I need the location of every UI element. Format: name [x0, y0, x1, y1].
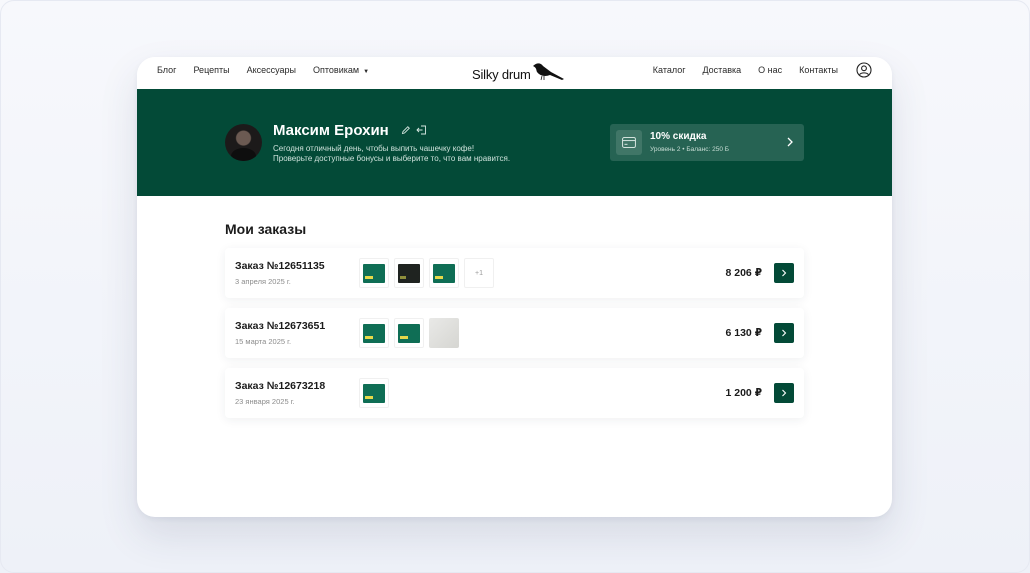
- coffee-pack-image: [398, 323, 420, 343]
- nav-link-accessories[interactable]: Аксессуары: [247, 65, 296, 75]
- order-number: Заказ №12673218: [235, 380, 326, 392]
- greeting-line-1: Сегодня отличный день, чтобы выпить чаше…: [273, 144, 475, 153]
- edit-pencil-icon[interactable]: [401, 125, 411, 135]
- product-thumbnail: [394, 258, 424, 288]
- coffee-pack-image: [433, 263, 455, 283]
- coffee-pack-image: [363, 383, 385, 403]
- chevron-right-icon: [782, 329, 787, 337]
- site-logo[interactable]: Silky drum: [472, 58, 565, 82]
- nav-left: Блог Рецепты Аксессуары Оптовикам ▼: [157, 57, 386, 83]
- accessory-photo: [429, 318, 459, 348]
- orders-title: Мои заказы: [225, 221, 307, 237]
- top-nav: Блог Рецепты Аксессуары Оптовикам ▼ Silky…: [137, 57, 892, 89]
- more-items-badge: +1: [464, 258, 494, 288]
- open-order-button[interactable]: [774, 323, 794, 343]
- order-thumbnails: [359, 318, 459, 348]
- nav-link-about[interactable]: О нас: [758, 65, 782, 75]
- order-price: 1 200 ₽: [725, 387, 763, 399]
- app-window: Блог Рецепты Аксессуары Оптовикам ▼ Silky…: [137, 57, 892, 517]
- discount-subtitle: Уровень 2 • Баланс: 250 Б: [650, 146, 730, 153]
- order-date: 23 января 2025 г.: [235, 397, 295, 406]
- order-card[interactable]: Заказ №12673651 15 марта 2025 г. 6 130 ₽: [225, 308, 804, 358]
- order-price: 8 206 ₽: [725, 267, 763, 279]
- logo-text: Silky drum: [472, 67, 531, 82]
- order-thumbnails: +1: [359, 258, 494, 288]
- order-card[interactable]: Заказ №12673218 23 января 2025 г. 1 200 …: [225, 368, 804, 418]
- coffee-pack-image: [363, 323, 385, 343]
- coffee-pack-image: [363, 263, 385, 283]
- nav-link-wholesale-label: Оптовикам: [313, 65, 360, 75]
- product-thumbnail: [359, 318, 389, 348]
- nav-link-contacts[interactable]: Контакты: [799, 65, 838, 75]
- nav-link-catalog[interactable]: Каталог: [653, 65, 686, 75]
- order-date: 15 марта 2025 г.: [235, 337, 292, 346]
- product-thumbnail: [359, 258, 389, 288]
- card-icon-box: [616, 130, 642, 155]
- open-order-button[interactable]: [774, 383, 794, 403]
- caret-down-icon: ▼: [363, 69, 370, 75]
- order-number: Заказ №12673651: [235, 320, 326, 332]
- user-account-icon[interactable]: [856, 62, 872, 78]
- chevron-right-icon: [787, 137, 793, 147]
- profile-actions: [401, 125, 427, 135]
- user-name: Максим Ерохин: [273, 122, 389, 139]
- order-date: 3 апреля 2025 г.: [235, 277, 291, 286]
- nav-link-delivery[interactable]: Доставка: [702, 65, 741, 75]
- logout-icon[interactable]: [416, 125, 427, 135]
- avatar: [225, 124, 262, 161]
- order-card[interactable]: Заказ №12651135 3 апреля 2025 г. +1 8 20…: [225, 248, 804, 298]
- order-price: 6 130 ₽: [725, 327, 763, 339]
- product-thumbnail: [429, 258, 459, 288]
- nav-link-wholesale[interactable]: Оптовикам ▼: [313, 65, 369, 75]
- nav-link-recipes[interactable]: Рецепты: [193, 65, 229, 75]
- credit-card-icon: [622, 137, 636, 148]
- bird-icon: [532, 63, 564, 81]
- greeting-text: Сегодня отличный день, чтобы выпить чаше…: [273, 144, 510, 164]
- order-number: Заказ №12651135: [235, 260, 325, 272]
- discount-card[interactable]: 10% скидка Уровень 2 • Баланс: 250 Б: [610, 124, 804, 161]
- chevron-right-icon: [782, 269, 787, 277]
- product-thumbnail: [394, 318, 424, 348]
- discount-title: 10% скидка: [650, 131, 707, 142]
- order-thumbnails: [359, 378, 389, 408]
- coffee-pack-image: [398, 263, 420, 283]
- chevron-right-icon: [782, 389, 787, 397]
- open-order-button[interactable]: [774, 263, 794, 283]
- nav-right: Каталог Доставка О нас Контакты: [636, 57, 872, 83]
- greeting-line-2: Проверьте доступные бонусы и выберите то…: [273, 154, 511, 163]
- product-thumbnail: [359, 378, 389, 408]
- profile-hero: Максим Ерохин Сегодня отличный день, что…: [137, 89, 892, 196]
- nav-link-blog[interactable]: Блог: [157, 65, 176, 75]
